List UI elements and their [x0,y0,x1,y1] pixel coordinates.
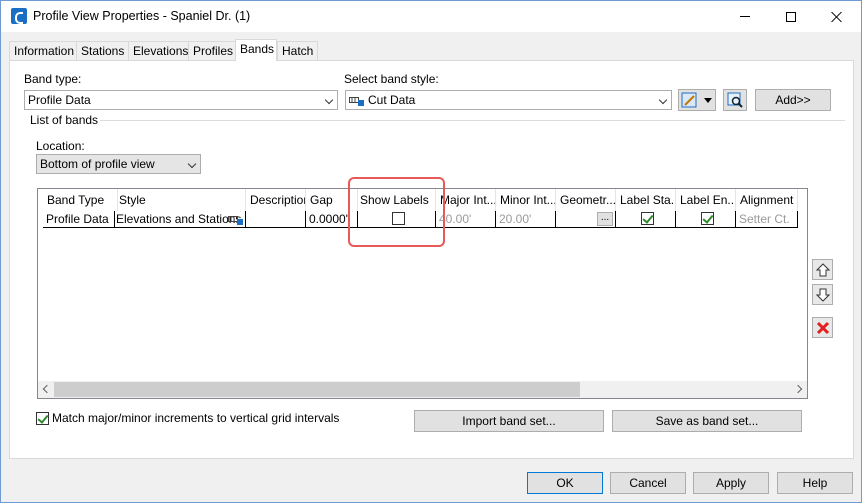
label-end-checkbox[interactable] [700,212,714,225]
band-style-icon [349,97,364,106]
band-style-label: Select band style: [344,72,439,86]
scroll-right-icon[interactable] [793,384,803,394]
cell-major-int[interactable]: 40.00' [436,211,496,228]
title-bar[interactable]: Profile View Properties - Spaniel Dr. (1… [1,1,861,32]
col-description[interactable]: Description [246,189,306,211]
tab-information[interactable]: Information [9,41,80,60]
cell-style[interactable]: Elevations and Stations [115,211,246,228]
cell-band-type[interactable]: Profile Data [43,211,115,228]
dialog-window: Profile View Properties - Spaniel Dr. (1… [0,0,862,503]
cell-description[interactable] [246,211,306,228]
col-major-int[interactable]: Major Int... [436,189,496,211]
edit-style-split-button[interactable] [678,89,716,111]
band-style-dropdown[interactable]: Cut Data [345,90,672,110]
location-dropdown[interactable]: Bottom of profile view [36,154,201,174]
cell-label-start[interactable] [616,211,676,228]
geometry-browse-button[interactable]: ... [597,212,613,226]
ok-button[interactable]: OK [527,472,603,494]
match-increments-checkbox[interactable] [36,411,49,425]
add-band-button[interactable]: Add>> [755,89,831,111]
magnifier-icon [727,92,743,108]
band-type-value: Profile Data [28,93,91,107]
cell-alignment[interactable]: Setter Ct. [736,211,798,228]
cancel-button[interactable]: Cancel [610,472,686,494]
minimize-button[interactable] [722,1,768,32]
minimize-icon [740,16,750,17]
delete-band-button[interactable] [812,317,833,338]
group-divider [100,120,845,121]
import-band-set-button[interactable]: Import band set... [414,410,604,432]
dialog-footer: OK Cancel Apply Help [1,464,861,502]
cell-label-end[interactable] [676,211,736,228]
col-minor-int[interactable]: Minor Int... [496,189,556,211]
location-label: Location: [36,139,85,153]
help-button[interactable]: Help [777,472,853,494]
chevron-down-icon [187,159,197,169]
col-band-type[interactable]: Band Type [43,189,118,211]
edit-style-icon [681,92,697,108]
cell-style-text: Elevations and Stations [116,212,242,226]
band-style-icon [228,216,243,225]
col-alignment[interactable]: Alignment [736,189,798,211]
tab-stations[interactable]: Stations [76,41,130,60]
cell-minor-int[interactable]: 20.00' [496,211,556,228]
apply-button[interactable]: Apply [693,472,769,494]
col-label-start[interactable]: Label Sta... [616,189,676,211]
band-type-dropdown[interactable]: Profile Data [24,90,338,110]
tab-profiles[interactable]: Profiles [188,41,239,60]
move-up-button[interactable] [812,259,833,280]
label-start-checkbox[interactable] [640,212,654,225]
list-of-bands-label: List of bands [30,113,99,127]
show-labels-highlight [348,177,445,247]
scroll-thumb[interactable] [54,382,580,397]
save-band-set-button[interactable]: Save as band set... [612,410,802,432]
band-style-value: Cut Data [368,93,416,107]
location-value: Bottom of profile view [40,157,155,171]
maximize-icon [786,11,796,22]
close-button[interactable] [814,1,860,32]
chevron-down-icon [658,95,668,105]
col-style[interactable]: Style [115,189,246,211]
close-icon [831,11,843,23]
match-increments-label: Match major/minor increments to vertical… [52,411,340,425]
band-type-label: Band type: [24,72,82,86]
dropdown-arrow-icon [704,98,712,103]
civil3d-app-icon [11,8,27,24]
col-label-end[interactable]: Label En... [676,189,736,211]
cell-geometry[interactable]: ... [556,211,616,228]
col-geometry[interactable]: Geometr... [556,189,616,211]
maximize-button[interactable] [768,1,814,32]
arrow-up-icon [815,262,830,276]
move-down-button[interactable] [812,284,833,305]
delete-icon [816,321,829,334]
match-increments-option[interactable]: Match major/minor increments to vertical… [36,411,339,425]
arrow-down-icon [815,288,830,302]
tab-elevations[interactable]: Elevations [128,41,194,60]
scroll-left-icon[interactable] [42,384,52,394]
window-title: Profile View Properties - Spaniel Dr. (1… [33,9,251,23]
tab-hatch[interactable]: Hatch [277,41,319,60]
horizontal-scrollbar[interactable] [38,381,807,398]
chevron-down-icon [324,95,334,105]
bands-panel: Band type: Profile Data Select band styl… [9,60,854,459]
tab-bands[interactable]: Bands [235,39,277,61]
preview-style-button[interactable] [723,89,747,111]
